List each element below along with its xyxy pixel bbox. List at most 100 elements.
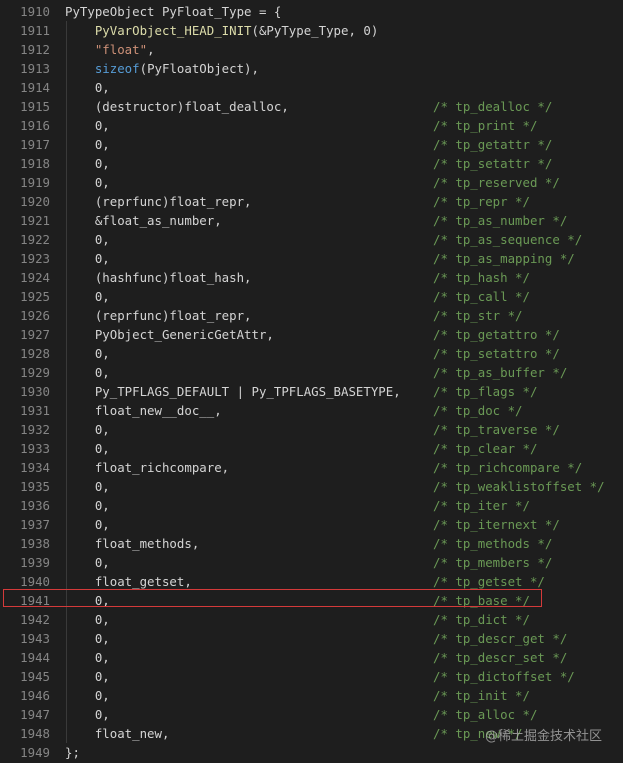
line-number-text: 1944 [20,650,50,665]
code-line[interactable]: 1936 0, /* tp_iter */ [0,496,623,515]
line-number-text: 1916 [20,118,50,133]
code-comment: /* tp_iter */ [433,498,530,513]
code-line[interactable]: 1914 0, [0,78,623,97]
code-line[interactable]: 1933 0, /* tp_clear */ [0,439,623,458]
code-comment: /* tp_members */ [433,555,553,570]
line-number: 1945 [0,667,50,686]
code-line[interactable]: 1935 0, /* tp_weaklistoffset */ [0,477,623,496]
code-line[interactable]: 1943 0, /* tp_descr_get */ [0,629,623,648]
code-line[interactable]: 1915 (destructor)float_dealloc, /* tp_dea… [0,97,623,116]
code-comment: /* tp_reserved */ [433,175,560,190]
line-number: 1914 [0,78,50,97]
line-number: 1924 [0,268,50,287]
line-number: 1923 [0,249,50,268]
code-line[interactable]: 1924 (hashfunc)float_hash, /* tp_hash */ [0,268,623,287]
code-text: 0, [65,80,110,95]
line-number-text: 1919 [20,175,50,190]
code-line[interactable]: 1918 0, /* tp_setattr */ [0,154,623,173]
line-number-text: 1949 [20,745,50,760]
line-number: 1947 [0,705,50,724]
code-comment: /* tp_descr_set */ [433,650,568,665]
code-line[interactable]: 1937 0, /* tp_iternext */ [0,515,623,534]
line-number: 1927 [0,325,50,344]
code-text: 0, [65,251,110,266]
line-number-text: 1913 [20,61,50,76]
line-number-text: 1935 [20,479,50,494]
code-line[interactable]: 1919 0, /* tp_reserved */ [0,173,623,192]
line-number-text: 1921 [20,213,50,228]
line-number-text: 1933 [20,441,50,456]
line-number-text: 1929 [20,365,50,380]
code-text: float_new, [65,726,170,741]
code-text: }; [65,745,80,760]
code-line[interactable]: 1916 0, /* tp_print */ [0,116,623,135]
line-number-text: 1936 [20,498,50,513]
code-comment: /* tp_as_buffer */ [433,365,568,380]
code-line[interactable]: 1931 float_new__doc__, /* tp_doc */ [0,401,623,420]
code-line[interactable]: 1920 (reprfunc)float_repr, /* tp_repr */ [0,192,623,211]
code-line[interactable]: 1921 &float_as_number, /* tp_as_number */ [0,211,623,230]
code-text: 0, [65,555,110,570]
code-text: (hashfunc)float_hash, [65,270,252,285]
line-number: 1932 [0,420,50,439]
code-text: sizeof(PyFloatObject), [94,61,259,76]
code-line[interactable]: 1949}; [0,743,623,762]
code-comment: /* tp_call */ [433,289,530,304]
line-number-text: 1947 [20,707,50,722]
line-number: 1913 [0,59,50,78]
code-text: PyVarObject_HEAD_INIT(&PyType_Type, 0) [94,23,379,38]
code-text: (reprfunc)float_repr, [65,308,252,323]
line-number-text: 1911 [20,23,50,38]
code-line[interactable]: 1911 PyVarObject_HEAD_INIT(&PyType_Type,… [0,21,623,40]
code-line[interactable]: 1922 0, /* tp_as_sequence */ [0,230,623,249]
code-line[interactable]: 1923 0, /* tp_as_mapping */ [0,249,623,268]
watermark: @稀土掘金技术社区 [485,729,603,744]
code-line[interactable]: 1944 0, /* tp_descr_set */ [0,648,623,667]
code-text: 0, [65,498,110,513]
code-line[interactable]: 1945 0, /* tp_dictoffset */ [0,667,623,686]
code-line[interactable]: 1934 float_richcompare, /* tp_richcompare… [0,458,623,477]
code-text: 0, [65,365,110,380]
code-text: 0, [65,631,110,646]
code-comment: /* tp_hash */ [433,270,530,285]
line-number-text: 1943 [20,631,50,646]
code-line[interactable]: 1928 0, /* tp_setattro */ [0,344,623,363]
line-number: 1910 [0,2,50,21]
code-comment: /* tp_alloc */ [433,707,538,722]
code-line[interactable]: 1942 0, /* tp_dict */ [0,610,623,629]
code-text: float_new__doc__, [65,403,222,418]
code-line[interactable]: 1913 sizeof(PyFloatObject), [0,59,623,78]
code-text: float_richcompare, [65,460,230,475]
line-number-text: 1928 [20,346,50,361]
line-number-text: 1924 [20,270,50,285]
line-number-text: 1934 [20,460,50,475]
code-editor[interactable]: 1910 PyTypeObject PyFloat_Type = { 1911 Py… [0,0,623,763]
code-comment: /* tp_as_number */ [433,213,568,228]
code-line[interactable]: 1929 0, /* tp_as_buffer */ [0,363,623,382]
code-line[interactable]: 1926 (reprfunc)float_repr, /* tp_str */ [0,306,623,325]
code-line[interactable]: 1946 0, /* tp_init */ [0,686,623,705]
code-line[interactable]: 1947 0, /* tp_alloc */ [0,705,623,724]
line-number-text: 1927 [20,327,50,342]
code-line[interactable]: 1925 0, /* tp_call */ [0,287,623,306]
code-line[interactable]: 1912 "float", [0,40,623,59]
code-comment: /* tp_dealloc */ [433,99,553,114]
line-number-text: 1938 [20,536,50,551]
code-comment: /* tp_str */ [433,308,523,323]
line-number-text: 1945 [20,669,50,684]
code-line[interactable]: 1917 0, /* tp_getattr */ [0,135,623,154]
code-line[interactable]: 1939 0, /* tp_members */ [0,553,623,572]
code-line[interactable]: 1932 0, /* tp_traverse */ [0,420,623,439]
code-text: &float_as_number, [65,213,222,228]
code-line[interactable]: 1938 float_methods, /* tp_methods */ [0,534,623,553]
code-text: PyTypeObject PyFloat_Type = { [65,4,282,19]
code-line[interactable]: 1927 PyObject_GenericGetAttr, /* tp_getat… [0,325,623,344]
code-line[interactable]: 1910 PyTypeObject PyFloat_Type = { [0,2,623,21]
line-number: 1939 [0,553,50,572]
code-line[interactable]: 1930 Py_TPFLAGS_DEFAULT | Py_TPFLAGS_BAS… [0,382,623,401]
line-number: 1926 [0,306,50,325]
line-number: 1912 [0,40,50,59]
line-number-text: 1922 [20,232,50,247]
code-text: 0, [65,669,110,684]
code-comment: /* tp_traverse */ [433,422,560,437]
